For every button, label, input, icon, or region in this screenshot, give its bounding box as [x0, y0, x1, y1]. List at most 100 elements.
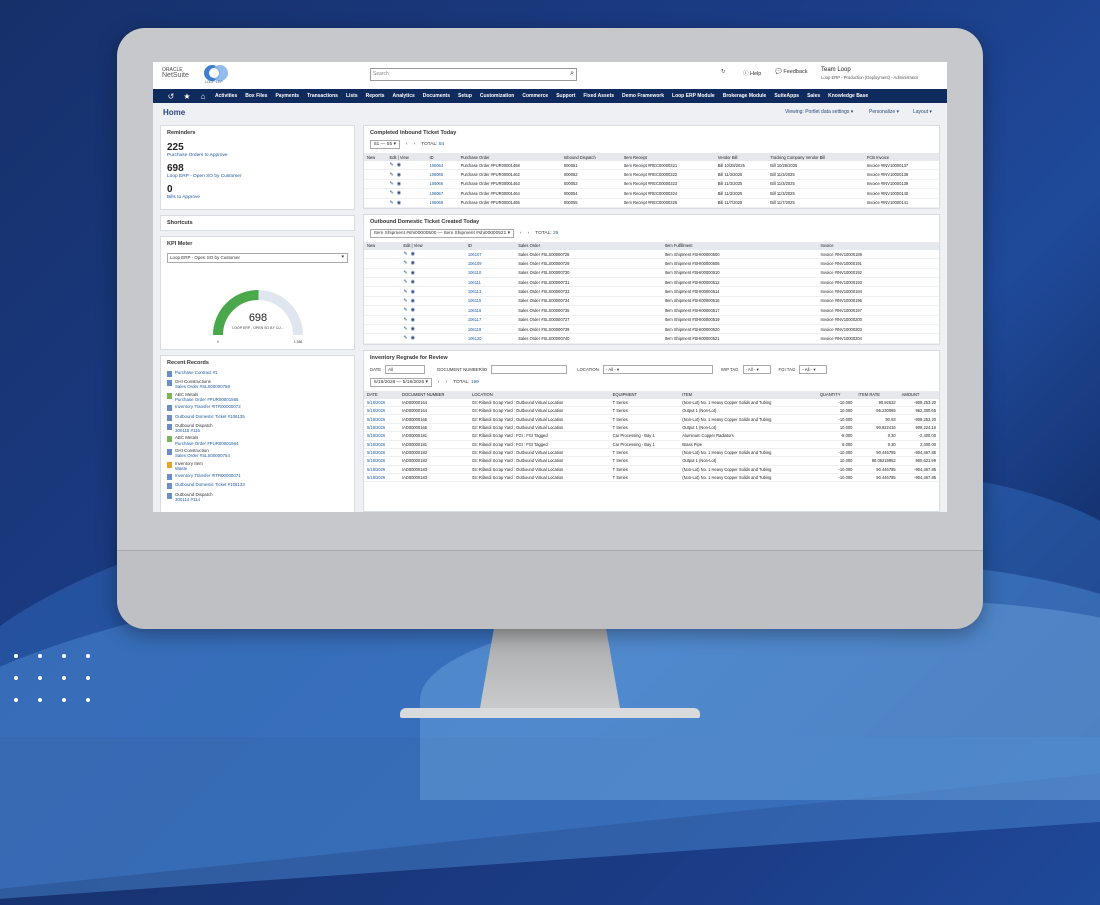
recent-record[interactable]: GHI Construction Sales Order #SLS00000754: [167, 448, 348, 458]
nav-item[interactable]: Lists: [342, 93, 362, 99]
nav-item[interactable]: Knowledge Base: [824, 93, 872, 99]
record-link[interactable]: Sales Order #SLS00000754: [175, 453, 230, 458]
nav-item[interactable]: Sales: [803, 93, 824, 99]
table-cell[interactable]: 5/18/2026: [364, 473, 399, 483]
table-cell[interactable]: 106116: [464, 305, 516, 316]
view-icon[interactable]: ◉: [397, 162, 404, 168]
column-header[interactable]: Tracking Company Vendor Bill: [767, 153, 864, 161]
help-link[interactable]: ⓘ Help: [743, 69, 761, 77]
edit-icon[interactable]: ✎: [403, 260, 410, 266]
nav-item[interactable]: Brokerage Module: [719, 93, 771, 99]
table-cell[interactable]: IAD00000165: [399, 423, 470, 433]
table-row[interactable]: 5/18/2026 IAD00000183 03: Rilandi Scrap Ya…: [364, 473, 939, 483]
table-row[interactable]: ✎◉ 106116 Sales Order #SLS00000735 Item Shi…: [364, 305, 939, 316]
table-cell[interactable]: 5/18/2026: [364, 414, 399, 424]
view-icon[interactable]: ◉: [397, 200, 404, 206]
edit-icon[interactable]: ✎: [403, 335, 410, 341]
column-header[interactable]: ID: [426, 153, 458, 161]
column-header[interactable]: DOCUMENT NUMBER: [399, 390, 470, 399]
table-cell[interactable]: IAD00000164: [399, 398, 470, 407]
nav-item[interactable]: Activities: [211, 93, 241, 99]
next-page-icon[interactable]: ›: [414, 142, 416, 147]
column-header[interactable]: Vendor Bill: [714, 153, 768, 161]
table-cell[interactable]: IAD00000181: [399, 431, 470, 441]
edit-icon[interactable]: ✎: [403, 251, 410, 257]
table-cell[interactable]: 106065: [426, 169, 458, 180]
column-header[interactable]: Inbound Dispatch: [560, 153, 621, 161]
table-cell[interactable]: 106111: [464, 277, 516, 288]
record-link[interactable]: Outbound Domestic Ticket #106135: [175, 414, 245, 419]
table-cell[interactable]: IAD00000183: [399, 473, 470, 483]
table-row[interactable]: ✎◉ 106113 Sales Order #SLS00000733 Item Shi…: [364, 286, 939, 297]
recent-record[interactable]: ABC Metals Purchase Order #PUR00001564: [167, 435, 348, 446]
column-header[interactable]: DATE: [364, 390, 399, 399]
recent-record[interactable]: Inventory Transfer #ITR00000071: [167, 473, 348, 481]
fgi-filter-select[interactable]: - All - ▾: [799, 364, 828, 374]
table-cell[interactable]: 5/18/2026: [364, 406, 399, 416]
view-icon[interactable]: ◉: [397, 172, 404, 178]
table-cell[interactable]: IAD00000165: [399, 414, 470, 424]
prev-page-icon[interactable]: ‹: [406, 142, 408, 147]
next-page-icon[interactable]: ›: [446, 380, 448, 385]
column-header[interactable]: New: [364, 153, 387, 161]
reminder-link[interactable]: Purchase Orders to Approve: [167, 153, 348, 158]
user-menu[interactable]: Team Loop Loop ERP - Production (Deployme…: [821, 67, 918, 81]
nav-item[interactable]: Payments: [271, 93, 303, 99]
table-row[interactable]: 5/18/2026 IAD00000181 03: Rilandi Scrap Ya…: [364, 440, 939, 449]
page-range-select[interactable]: Item Shipment #shi00000500 — Item Shipme…: [370, 228, 515, 238]
edit-icon[interactable]: ✎: [403, 279, 410, 285]
view-icon[interactable]: ◉: [411, 279, 418, 285]
edit-icon[interactable]: ✎: [390, 172, 397, 178]
table-cell[interactable]: IAD00000182: [399, 448, 470, 458]
view-icon[interactable]: ◉: [411, 251, 418, 257]
table-cell[interactable]: 5/18/2026: [364, 448, 399, 458]
recent-record[interactable]: Inventory Transfer #ITR00000072: [167, 404, 348, 412]
table-row[interactable]: ✎◉ 106065 Purchase Order #PUR00001462 00005…: [364, 169, 939, 180]
record-link[interactable]: 300114 #114: [175, 497, 200, 502]
table-row[interactable]: 5/18/2026 IAD00000183 03: Rilandi Scrap Ya…: [364, 465, 939, 475]
reminder-item[interactable]: 0 Bills to Approve: [167, 184, 348, 200]
column-header[interactable]: ID: [464, 241, 516, 250]
star-icon[interactable]: ★: [179, 92, 195, 101]
kpi-select[interactable]: Loop ERP - Open SO by Customer ▾: [167, 253, 348, 263]
table-cell[interactable]: IAD00000181: [399, 440, 470, 449]
record-link[interactable]: Sales Order #SLS00000756: [175, 384, 230, 389]
edit-icon[interactable]: ✎: [390, 200, 397, 206]
record-link[interactable]: Waste: [175, 466, 187, 471]
edit-icon[interactable]: ✎: [403, 270, 410, 276]
nav-item[interactable]: Transactions: [303, 93, 342, 99]
table-cell[interactable]: 106064: [426, 161, 458, 171]
column-header[interactable]: Item Fulfillment: [661, 241, 818, 250]
table-row[interactable]: ✎◉ 106118 Sales Order #SLS00000739 Item Shi…: [364, 324, 939, 335]
recent-record[interactable]: Outbound Dispatch 300115 #115: [167, 423, 348, 433]
table-row[interactable]: ✎◉ 106109 Sales Order #SLS00000729 Item Shi…: [364, 258, 939, 269]
edit-icon[interactable]: ✎: [390, 190, 397, 196]
view-icon[interactable]: ◉: [411, 289, 418, 295]
table-cell[interactable]: 106066: [426, 179, 458, 190]
column-header[interactable]: Invoice: [817, 241, 939, 250]
reminder-link[interactable]: Bills to Approve: [167, 195, 348, 200]
record-link[interactable]: Purchase Order #PUR00001565: [175, 397, 238, 402]
view-icon[interactable]: ◉: [411, 270, 418, 276]
next-page-icon[interactable]: ›: [528, 231, 530, 236]
table-cell[interactable]: 5/18/2026: [364, 398, 399, 407]
table-row[interactable]: ✎◉ 106107 Sales Order #SLS00000728 Item Shi…: [364, 249, 939, 260]
nav-item[interactable]: Customization: [476, 93, 518, 99]
view-icon[interactable]: ◉: [411, 260, 418, 266]
table-row[interactable]: ✎◉ 106068 Purchase Order #PUR00001465 00005…: [364, 198, 939, 208]
recent-record[interactable]: Outbound Domestic Ticket #106133: [167, 482, 348, 490]
column-header[interactable]: ITEM RATE: [855, 390, 899, 399]
column-header[interactable]: Edit | View: [400, 241, 465, 250]
record-link[interactable]: Inventory Transfer #ITR00000072: [175, 404, 241, 409]
nav-item[interactable]: Commerce: [518, 93, 552, 99]
table-row[interactable]: 5/18/2026 IAD00000164 03: Rilandi Scrap Ya…: [364, 398, 939, 407]
table-cell[interactable]: 5/18/2026: [364, 440, 399, 449]
recent-records-icon[interactable]: ↺: [163, 92, 179, 101]
feedback-link[interactable]: 💬 Feedback: [775, 69, 808, 75]
edit-icon[interactable]: ✎: [390, 162, 397, 168]
column-header[interactable]: Sales Order: [515, 241, 662, 250]
docnum-filter-input[interactable]: [491, 364, 568, 374]
date-filter-input[interactable]: All: [385, 364, 426, 374]
table-row[interactable]: ✎◉ 106120 Sales Order #SLS00000740 Item Shi…: [364, 333, 939, 344]
table-cell[interactable]: 5/18/2026: [364, 456, 399, 466]
